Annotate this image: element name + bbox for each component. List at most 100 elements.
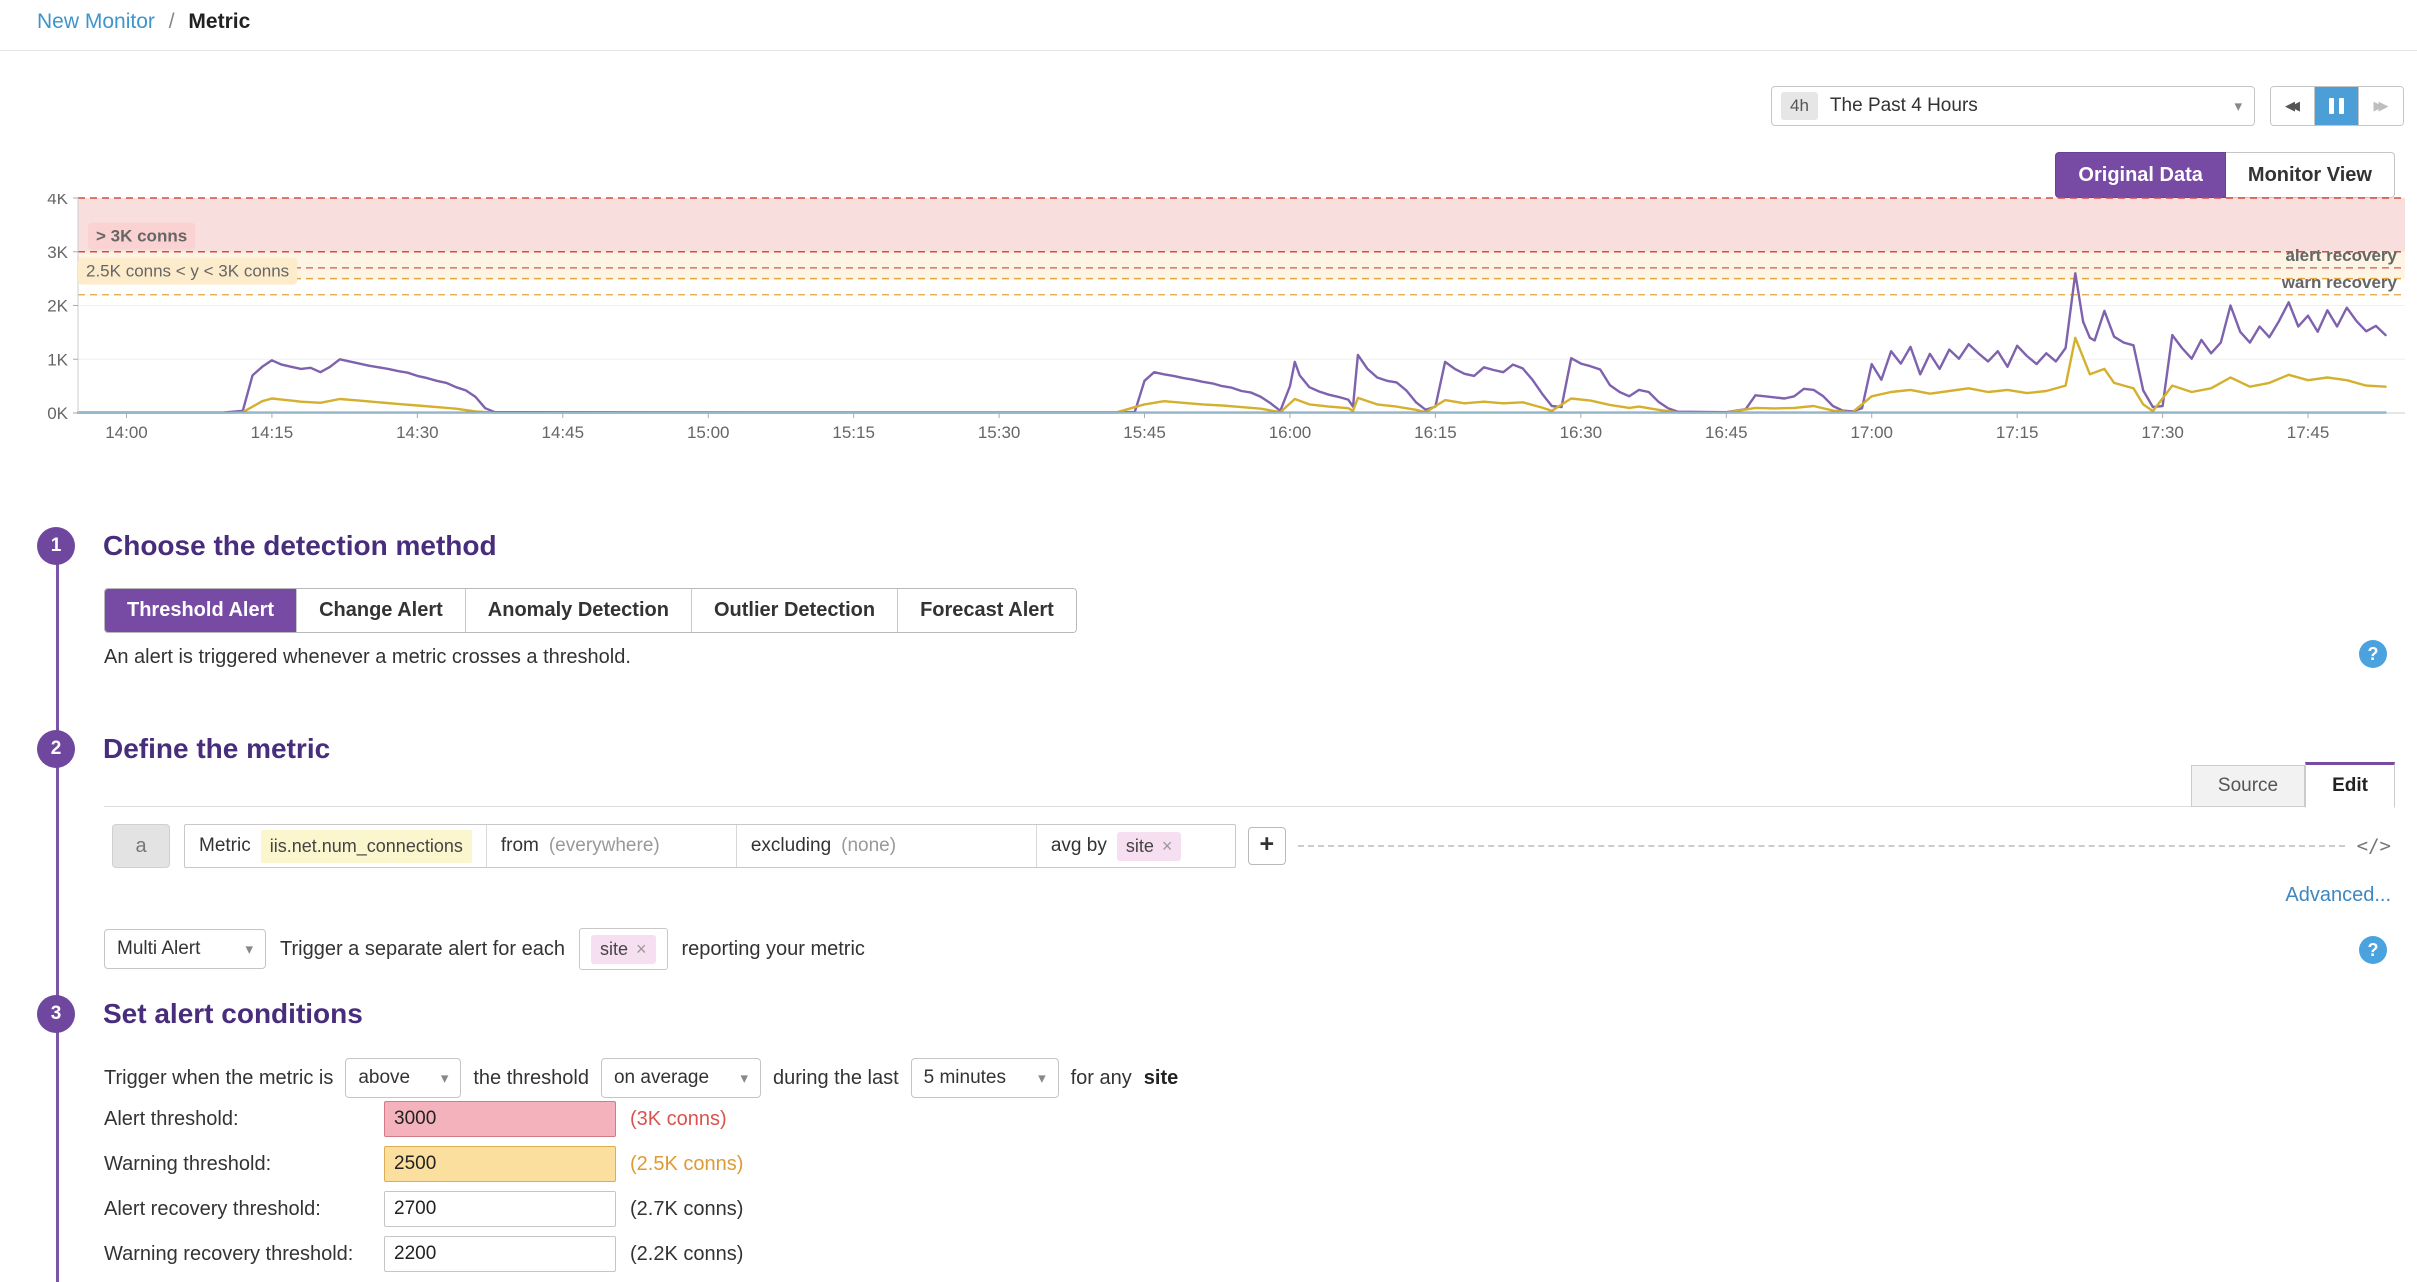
warning-recovery-threshold-hint: (2.2K conns) — [630, 1243, 743, 1266]
alert-threshold-input[interactable] — [384, 1101, 616, 1137]
avgby-label: avg by — [1051, 835, 1107, 857]
breadcrumb-current: Metric — [188, 10, 250, 33]
chevron-down-icon: ▾ — [740, 1069, 748, 1087]
alert-recovery-threshold-input[interactable] — [384, 1191, 616, 1227]
alert-type-select-value: Multi Alert — [117, 938, 200, 960]
section-3-title: Set alert conditions — [103, 998, 363, 1030]
breadcrumb: New Monitor / Metric — [37, 10, 250, 34]
metric-timeseries-chart[interactable]: 0K1K2K3K4K14:0014:1514:3014:4515:0015:15… — [0, 194, 2417, 452]
header-divider — [0, 50, 2417, 51]
threshold-direction-value: above — [358, 1067, 410, 1089]
svg-text:17:30: 17:30 — [2141, 423, 2184, 442]
timeframe-select[interactable]: 5 minutes ▾ — [911, 1058, 1059, 1098]
view-toggle: Original Data Monitor View — [2055, 152, 2395, 198]
rewind-button[interactable]: ◀◀ — [2271, 87, 2315, 125]
pause-button[interactable] — [2315, 87, 2359, 125]
section-connector-line — [56, 545, 59, 1282]
svg-text:16:15: 16:15 — [1414, 423, 1457, 442]
aggregation-value: on average — [614, 1067, 709, 1089]
warning-recovery-threshold-row: Warning recovery threshold: (2.2K conns) — [104, 1235, 743, 1273]
breadcrumb-new-monitor-link[interactable]: New Monitor — [37, 10, 155, 33]
alert-recovery-threshold-label: Alert recovery threshold: — [104, 1198, 384, 1221]
new-monitor-metric-page: New Monitor / Metric 4h The Past 4 Hours… — [0, 0, 2417, 1282]
svg-text:16:45: 16:45 — [1705, 423, 1748, 442]
monitor-view-button[interactable]: Monitor View — [2226, 152, 2395, 198]
from-segment[interactable]: from (everywhere) — [487, 825, 737, 867]
multi-alert-text-after: reporting your metric — [682, 938, 865, 961]
svg-text:17:45: 17:45 — [2287, 423, 2330, 442]
trigger-group-name: site — [1144, 1067, 1178, 1090]
original-data-button[interactable]: Original Data — [2055, 152, 2225, 198]
detection-method-tabs: Threshold Alert Change Alert Anomaly Det… — [104, 588, 1077, 633]
metric-label: Metric — [199, 835, 251, 857]
warning-recovery-threshold-label: Warning recovery threshold: — [104, 1243, 384, 1266]
add-query-button[interactable]: + — [1248, 827, 1286, 865]
remove-tag-icon[interactable]: × — [1162, 836, 1173, 857]
trigger-text-3: during the last — [773, 1067, 899, 1090]
svg-text:15:30: 15:30 — [978, 423, 1021, 442]
remove-tag-icon[interactable]: × — [636, 939, 647, 960]
query-editor-tabs: Source Edit — [2191, 762, 2395, 807]
trigger-condition-row: Trigger when the metric is above ▾ the t… — [104, 1058, 1178, 1098]
pause-icon — [2327, 98, 2347, 114]
chevron-down-icon: ▾ — [2234, 97, 2242, 115]
help-icon[interactable]: ? — [2359, 640, 2387, 668]
warning-threshold-hint: (2.5K conns) — [630, 1153, 743, 1176]
advanced-link[interactable]: Advanced... — [2285, 884, 2391, 907]
multi-alert-group-box[interactable]: site × — [579, 928, 668, 970]
avgby-site-tag[interactable]: site × — [1117, 832, 1182, 861]
step-1-badge: 1 — [37, 527, 75, 565]
avgby-segment[interactable]: avg by site × — [1037, 825, 1235, 867]
time-range-badge: 4h — [1781, 92, 1818, 120]
tab-change-alert[interactable]: Change Alert — [297, 589, 466, 632]
metric-name-value[interactable]: iis.net.num_connections — [261, 830, 472, 863]
svg-text:4K: 4K — [47, 194, 68, 208]
detection-method-description: An alert is triggered whenever a metric … — [104, 646, 631, 669]
multi-alert-site-tag[interactable]: site × — [591, 935, 656, 964]
alert-recovery-threshold-row: Alert recovery threshold: (2.7K conns) — [104, 1190, 743, 1228]
breadcrumb-separator: / — [169, 10, 175, 33]
time-range-select[interactable]: 4h The Past 4 Hours ▾ — [1771, 86, 2255, 126]
svg-text:15:00: 15:00 — [687, 423, 730, 442]
multi-alert-site-tag-label: site — [600, 939, 628, 960]
query-dashed-line — [1298, 845, 2345, 847]
svg-text:14:15: 14:15 — [251, 423, 294, 442]
threshold-direction-select[interactable]: above ▾ — [345, 1058, 461, 1098]
tab-outlier-detection[interactable]: Outlier Detection — [692, 589, 898, 632]
warning-threshold-label: Warning threshold: — [104, 1153, 384, 1176]
from-label: from — [501, 835, 539, 857]
tab-edit[interactable]: Edit — [2305, 762, 2395, 808]
help-icon[interactable]: ? — [2359, 936, 2387, 964]
svg-text:0K: 0K — [47, 404, 68, 423]
svg-text:14:45: 14:45 — [542, 423, 585, 442]
excluding-value[interactable]: (none) — [841, 835, 896, 857]
code-editor-icon[interactable]: </> — [2357, 835, 2391, 857]
svg-text:17:15: 17:15 — [1996, 423, 2039, 442]
forward-button[interactable]: ▶▶ — [2359, 87, 2403, 125]
svg-text:14:00: 14:00 — [105, 423, 148, 442]
svg-text:15:15: 15:15 — [832, 423, 875, 442]
warning-threshold-input[interactable] — [384, 1146, 616, 1182]
from-value[interactable]: (everywhere) — [549, 835, 660, 857]
tab-forecast-alert[interactable]: Forecast Alert — [898, 589, 1076, 632]
query-letter-badge: a — [112, 824, 170, 868]
tab-source[interactable]: Source — [2191, 765, 2305, 807]
rewind-icon: ◀◀ — [2285, 98, 2300, 114]
alert-type-select[interactable]: Multi Alert ▾ — [104, 929, 266, 969]
multi-alert-row: Multi Alert ▾ Trigger a separate alert f… — [104, 928, 865, 970]
tab-anomaly-detection[interactable]: Anomaly Detection — [466, 589, 692, 632]
svg-text:15:45: 15:45 — [1123, 423, 1166, 442]
aggregation-select[interactable]: on average ▾ — [601, 1058, 761, 1098]
svg-text:alert recovery: alert recovery — [2285, 246, 2397, 265]
warning-recovery-threshold-input[interactable] — [384, 1236, 616, 1272]
svg-text:16:30: 16:30 — [1560, 423, 1603, 442]
avgby-site-tag-label: site — [1126, 836, 1154, 857]
trigger-text-1: Trigger when the metric is — [104, 1067, 333, 1090]
metric-query-bar[interactable]: Metric iis.net.num_connections from (eve… — [184, 824, 1236, 868]
alert-recovery-threshold-hint: (2.7K conns) — [630, 1198, 743, 1221]
metric-segment[interactable]: Metric iis.net.num_connections — [185, 825, 487, 867]
chevron-down-icon: ▾ — [441, 1069, 449, 1087]
tab-threshold-alert[interactable]: Threshold Alert — [105, 589, 297, 632]
step-2-badge: 2 — [37, 730, 75, 768]
excluding-segment[interactable]: excluding (none) — [737, 825, 1037, 867]
